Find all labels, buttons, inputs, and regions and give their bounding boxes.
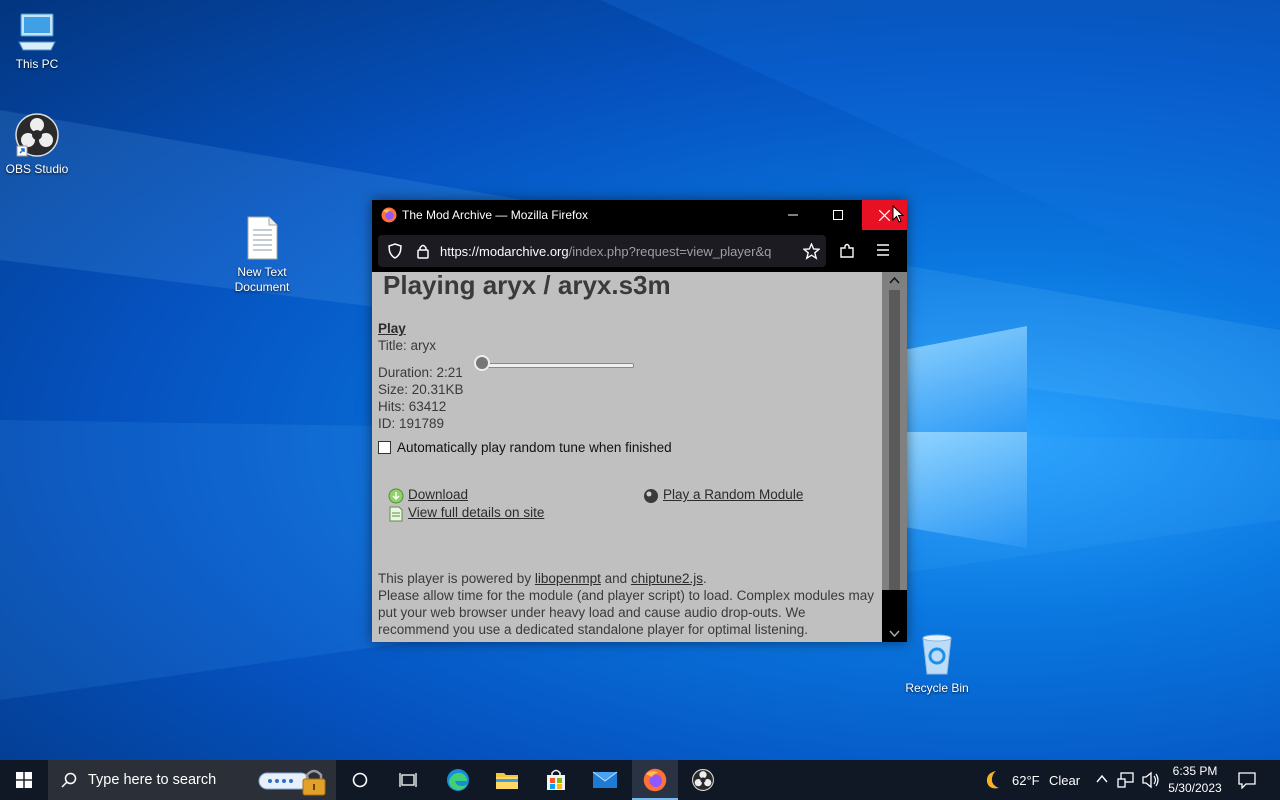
password-lock-search-highlight-icon — [258, 769, 326, 796]
wallpaper-windows-logo — [905, 308, 1029, 548]
cortana-circle-icon — [352, 772, 368, 788]
libopenmpt-link[interactable]: libopenmpt — [535, 571, 601, 586]
desktop-icon-label: Recycle Bin — [905, 681, 969, 695]
module-hits: Hits: 63412 — [378, 399, 447, 414]
url-bar[interactable]: https://modarchive.org/index.php?request… — [378, 235, 826, 267]
scroll-down-arrow-icon[interactable] — [889, 630, 900, 638]
title-bar[interactable]: The Mod Archive — Mozilla Firefox — [372, 200, 907, 230]
desktop-icon-label-line1: New Text — [237, 265, 287, 279]
clock[interactable]: 6:35 PM 5/30/2023 — [1164, 763, 1226, 797]
desktop-icon-obs-studio[interactable]: OBS Studio — [0, 113, 77, 177]
module-title: Title: aryx — [378, 338, 437, 353]
firefox-icon — [381, 207, 397, 223]
search-icon — [61, 772, 77, 788]
close-icon — [879, 209, 890, 221]
firefox-window[interactable]: The Mod Archive — Mozilla Firefox https:… — [372, 200, 907, 642]
task-view-icon — [399, 773, 417, 787]
random-ball-icon — [644, 489, 658, 503]
bookmark-star-icon[interactable] — [803, 243, 820, 260]
computer-icon — [18, 13, 56, 51]
window-title: The Mod Archive — Mozilla Firefox — [402, 208, 589, 222]
edge-icon — [447, 769, 469, 791]
extensions-icon[interactable] — [839, 243, 855, 259]
play-random-module-link[interactable]: Play a Random Module — [663, 486, 803, 503]
recycle-bin-icon — [922, 634, 952, 675]
powered-by-text: This player is powered by libopenmpt and… — [378, 570, 876, 587]
taskbar-edge[interactable] — [436, 760, 480, 800]
taskbar-mail[interactable] — [583, 760, 627, 800]
desktop-icon-label-line2: Document — [234, 280, 290, 294]
url-text[interactable]: https://modarchive.org/index.php?request… — [440, 244, 796, 259]
autoplay-label[interactable]: Automatically play random tune when fini… — [397, 439, 672, 456]
lock-icon[interactable] — [416, 243, 430, 259]
play-link[interactable]: Play — [378, 320, 406, 337]
text-document-icon — [247, 216, 278, 260]
windows-start-icon — [16, 772, 32, 788]
maximize-button[interactable] — [815, 200, 860, 230]
search-placeholder: Type here to search — [88, 772, 217, 788]
weather-condition[interactable]: Clear — [1049, 773, 1080, 788]
folder-icon — [496, 773, 518, 789]
powered-and: and — [604, 571, 628, 586]
seek-slider-track[interactable] — [482, 363, 634, 368]
view-details-link[interactable]: View full details on site — [408, 504, 544, 521]
store-bag-icon — [547, 769, 565, 790]
details-page-icon — [389, 506, 403, 522]
scrollbar-thumb[interactable] — [889, 290, 900, 590]
task-view-button[interactable] — [386, 760, 430, 800]
module-size: Size: 20.31KB — [378, 382, 464, 397]
desktop-icon-label: OBS Studio — [5, 162, 69, 176]
autoplay-checkbox[interactable] — [378, 441, 391, 454]
download-icon — [388, 488, 404, 504]
page-heading: Playing aryx / aryx.s3m — [383, 272, 671, 300]
cortana-button[interactable] — [338, 760, 382, 800]
page-content: Playing aryx / aryx.s3m Play Title: aryx… — [372, 272, 882, 642]
taskbar: Type here to search 62°F Clear 6:35 PM 5… — [0, 760, 1280, 800]
start-button[interactable] — [0, 760, 48, 800]
maximize-icon — [832, 210, 843, 220]
chevron-up-icon[interactable] — [1096, 774, 1108, 784]
minimize-button[interactable] — [770, 200, 815, 230]
taskbar-search-box[interactable]: Type here to search — [48, 760, 336, 800]
mail-envelope-icon — [592, 771, 618, 788]
download-link[interactable]: Download — [408, 486, 468, 503]
weather-moon-icon[interactable] — [982, 769, 1004, 791]
obs-icon — [15, 113, 59, 157]
scroll-up-arrow-icon[interactable] — [889, 276, 900, 284]
powered-prefix: This player is powered by — [378, 571, 532, 586]
desktop-icon-new-text-document[interactable]: New Text Document — [222, 216, 302, 295]
notification-center-icon[interactable] — [1238, 771, 1256, 789]
taskbar-firefox[interactable] — [632, 760, 678, 800]
minimize-icon — [787, 214, 798, 216]
obs-icon — [692, 769, 714, 791]
weather-temperature[interactable]: 62°F — [1012, 773, 1040, 788]
tracking-protection-shield-icon[interactable] — [387, 243, 403, 259]
network-icon[interactable] — [1117, 771, 1135, 789]
taskbar-file-explorer[interactable] — [485, 760, 529, 800]
navigation-toolbar: https://modarchive.org/index.php?request… — [372, 230, 907, 272]
chiptune2-link[interactable]: chiptune2.js — [631, 571, 703, 586]
load-notice: Please allow time for the module (and pl… — [378, 588, 874, 637]
desktop-icon-label: This PC — [15, 57, 59, 71]
menu-hamburger-icon[interactable] — [876, 244, 890, 256]
clock-time: 6:35 PM — [1172, 764, 1218, 778]
firefox-icon — [643, 768, 667, 792]
url-path: /index.php?request=view_player&q — [568, 244, 772, 259]
clock-date: 5/30/2023 — [1168, 781, 1222, 795]
taskbar-obs[interactable] — [681, 760, 725, 800]
module-id: ID: 191789 — [378, 416, 445, 431]
taskbar-store[interactable] — [534, 760, 578, 800]
url-host: https://modarchive.org — [440, 244, 569, 259]
mouse-cursor-icon — [892, 205, 904, 223]
powered-suffix: . — [703, 571, 707, 586]
desktop-icon-recycle-bin[interactable]: Recycle Bin — [897, 632, 977, 696]
page-scrollbar[interactable] — [882, 272, 907, 642]
module-duration: Duration: 2:21 — [378, 365, 463, 380]
desktop-icon-this-pc[interactable]: This PC — [0, 12, 77, 72]
speaker-volume-icon[interactable] — [1141, 771, 1161, 789]
seek-slider-handle[interactable] — [474, 355, 490, 371]
